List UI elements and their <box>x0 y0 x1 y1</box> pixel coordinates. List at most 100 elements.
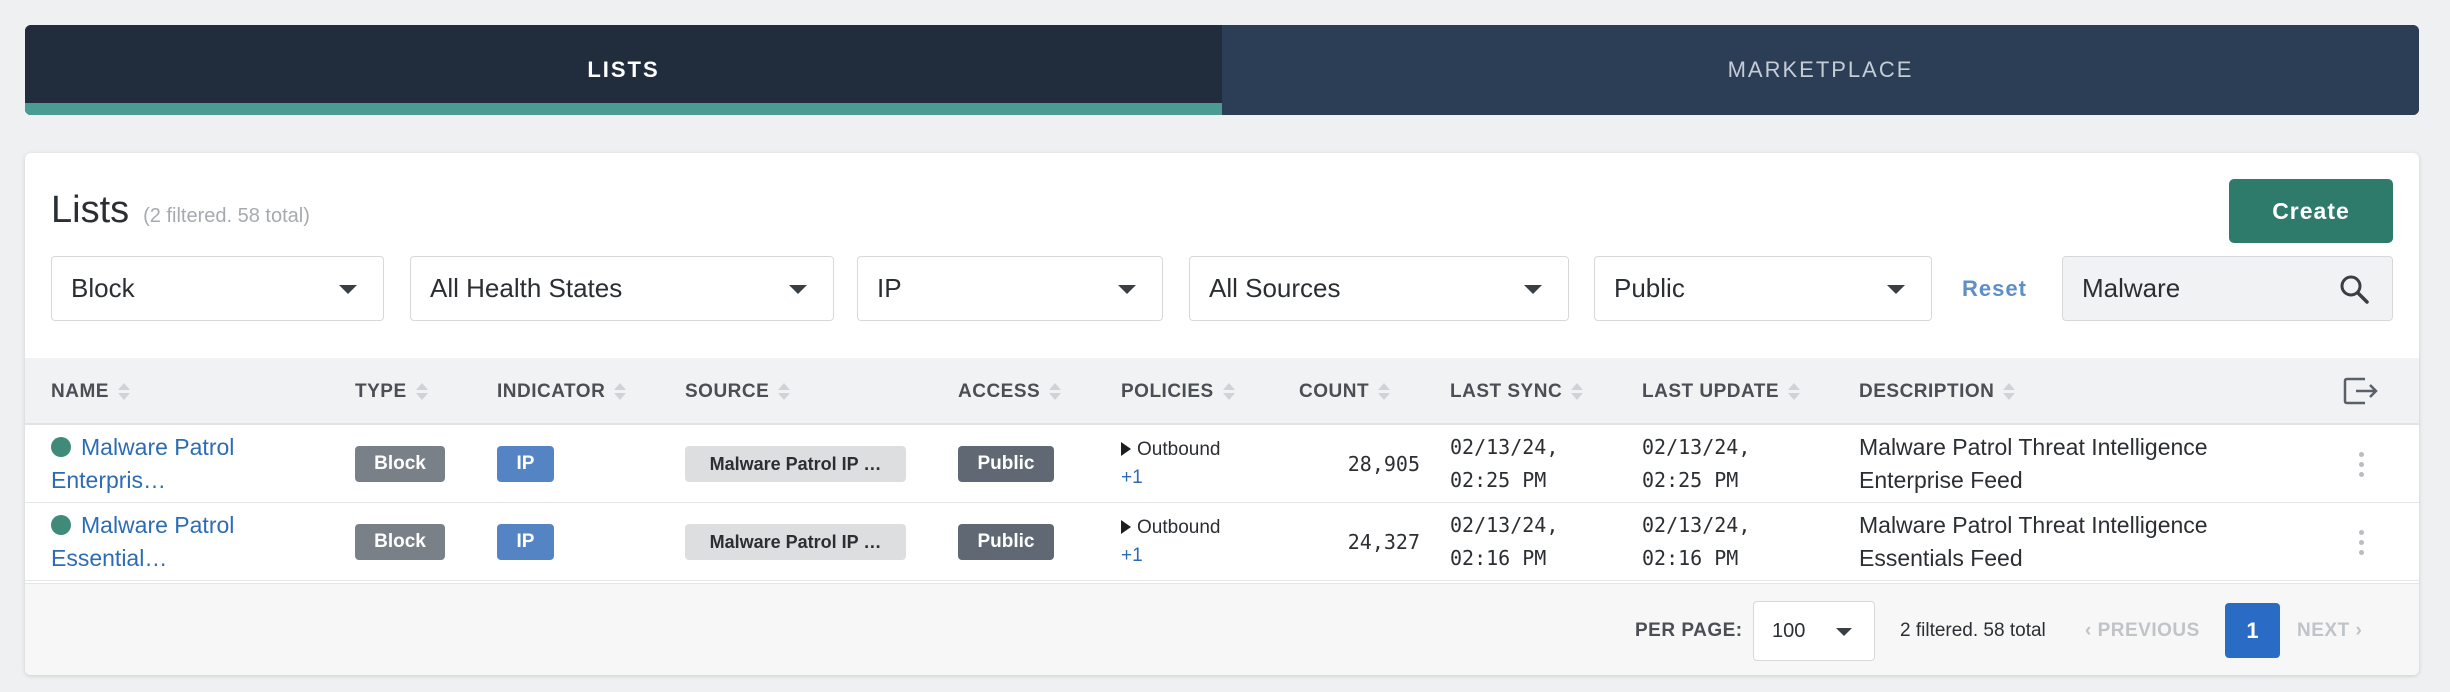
chevron-right-icon: › <box>2349 620 2363 641</box>
next-page-button[interactable]: NEXT › <box>2297 620 2362 642</box>
type-badge: Block <box>355 524 445 560</box>
tab-lists[interactable]: LISTS <box>25 25 1222 115</box>
column-header-access[interactable]: ACCESS <box>958 358 1062 425</box>
page-subtitle: (2 filtered. 58 total) <box>143 205 310 227</box>
health-filter-select[interactable]: All Health States <box>410 256 834 321</box>
pagination-summary: 2 filtered. 58 total <box>1900 620 2046 641</box>
sort-icon <box>415 382 429 402</box>
per-page-label: PER PAGE: <box>1635 620 1743 641</box>
source-cell: Malware Patrol IP … <box>685 425 906 503</box>
type-badge: Block <box>355 446 445 482</box>
health-status-dot <box>51 515 71 535</box>
per-page-value: 100 <box>1772 619 1806 642</box>
search-box <box>2062 256 2393 321</box>
sort-icon <box>2002 382 2016 402</box>
table-row: Malware Patrol Enterpris… Block IP Malwar… <box>25 425 2419 503</box>
last-sync-cell: 02/13/24, 02:25 PM <box>1450 435 1559 492</box>
kebab-menu-icon[interactable] <box>2359 530 2365 556</box>
last-sync-cell: 02/13/24, 02:16 PM <box>1450 513 1559 570</box>
access-cell: Public <box>958 425 1054 503</box>
sort-icon <box>1377 382 1391 402</box>
description-cell: Malware Patrol Threat Intelligence Essent… <box>1859 512 2208 571</box>
sort-icon <box>1787 382 1801 402</box>
chevron-down-icon <box>1887 285 1905 294</box>
policy-toggle[interactable]: Outbound <box>1121 517 1220 539</box>
type-filter-select[interactable]: Block <box>51 256 384 321</box>
tab-marketplace[interactable]: MARKETPLACE <box>1222 25 2419 115</box>
count-cell: 28,905 <box>1347 452 1420 476</box>
search-input[interactable] <box>2082 273 2302 304</box>
chevron-down-icon <box>1118 285 1136 294</box>
access-cell: Public <box>958 503 1054 581</box>
column-header-type[interactable]: TYPE <box>355 358 429 425</box>
sort-icon <box>1048 382 1062 402</box>
source-badge: Malware Patrol IP … <box>685 446 906 482</box>
column-header-count[interactable]: COUNT <box>1299 358 1391 425</box>
sources-filter-value: All Sources <box>1209 273 1341 303</box>
list-name-link[interactable]: Malware Patrol Essential… <box>51 503 341 581</box>
column-header-last-sync[interactable]: LAST SYNC <box>1450 358 1584 425</box>
access-filter-select[interactable]: Public <box>1594 256 1932 321</box>
indicator-filter-select[interactable]: IP <box>857 256 1163 321</box>
count-cell: 24,327 <box>1347 530 1420 554</box>
sort-icon <box>117 382 131 402</box>
chevron-down-icon <box>789 285 807 294</box>
last-update-cell: 02/13/24, 02:16 PM <box>1642 513 1751 570</box>
chevron-down-icon <box>339 285 357 294</box>
policy-more-link[interactable]: +1 <box>1121 467 1143 489</box>
search-icon[interactable] <box>2338 273 2370 305</box>
list-name-link[interactable]: Malware Patrol Enterpris… <box>51 425 341 503</box>
type-filter-value: Block <box>71 273 135 303</box>
reset-button[interactable]: Reset <box>1962 276 2027 302</box>
table-row: Malware Patrol Essential… Block IP Malwar… <box>25 503 2419 581</box>
indicator-cell: IP <box>497 425 554 503</box>
description-cell: Malware Patrol Threat Intelligence Enterp… <box>1859 434 2208 493</box>
column-header-name[interactable]: NAME <box>51 358 131 425</box>
source-badge: Malware Patrol IP … <box>685 524 906 560</box>
indicator-badge: IP <box>497 524 554 560</box>
chevron-down-icon <box>1836 628 1852 636</box>
access-badge: Public <box>958 524 1054 560</box>
chevron-left-icon: ‹ <box>2085 620 2098 641</box>
access-badge: Public <box>958 446 1054 482</box>
sort-icon <box>777 382 791 402</box>
table-header: NAME TYPE INDICATOR SOURCE ACCESS POLICI… <box>25 358 2419 425</box>
pagination-footer: PER PAGE: 100 2 filtered. 58 total ‹ PRE… <box>25 583 2419 675</box>
health-status-dot <box>51 437 71 457</box>
per-page-select[interactable]: 100 <box>1753 601 1875 661</box>
type-cell: Block <box>355 425 445 503</box>
type-cell: Block <box>355 503 445 581</box>
sort-icon <box>1570 382 1584 402</box>
expand-triangle-icon <box>1121 442 1131 456</box>
health-filter-value: All Health States <box>430 273 623 303</box>
page-1-button[interactable]: 1 <box>2225 603 2280 658</box>
tab-bar: LISTS MARKETPLACE <box>25 25 2419 115</box>
kebab-menu-icon[interactable] <box>2359 452 2365 478</box>
indicator-cell: IP <box>497 503 554 581</box>
export-icon[interactable] <box>2343 376 2379 406</box>
policy-more-link[interactable]: +1 <box>1121 545 1143 567</box>
column-header-policies[interactable]: POLICIES <box>1121 358 1236 425</box>
access-filter-value: Public <box>1614 273 1685 303</box>
page-title: Lists <box>51 189 130 231</box>
column-header-last-update[interactable]: LAST UPDATE <box>1642 358 1801 425</box>
policy-toggle[interactable]: Outbound <box>1121 439 1220 461</box>
column-header-indicator[interactable]: INDICATOR <box>497 358 627 425</box>
title-row: Lists (2 filtered. 58 total) <box>51 189 310 232</box>
lists-card: Lists (2 filtered. 58 total) Create Bloc… <box>25 153 2419 675</box>
column-header-description[interactable]: DESCRIPTION <box>1859 358 2016 425</box>
indicator-badge: IP <box>497 446 554 482</box>
policies-cell: Outbound +1 <box>1121 503 1220 581</box>
sort-icon <box>613 382 627 402</box>
chevron-down-icon <box>1524 285 1542 294</box>
sources-filter-select[interactable]: All Sources <box>1189 256 1569 321</box>
source-cell: Malware Patrol IP … <box>685 503 906 581</box>
expand-triangle-icon <box>1121 520 1131 534</box>
create-button[interactable]: Create <box>2229 179 2393 243</box>
last-update-cell: 02/13/24, 02:25 PM <box>1642 435 1751 492</box>
previous-page-button[interactable]: ‹ PREVIOUS <box>2085 620 2200 642</box>
policies-cell: Outbound +1 <box>1121 425 1220 503</box>
indicator-filter-value: IP <box>877 273 902 303</box>
column-header-source[interactable]: SOURCE <box>685 358 791 425</box>
sort-icon <box>1222 382 1236 402</box>
